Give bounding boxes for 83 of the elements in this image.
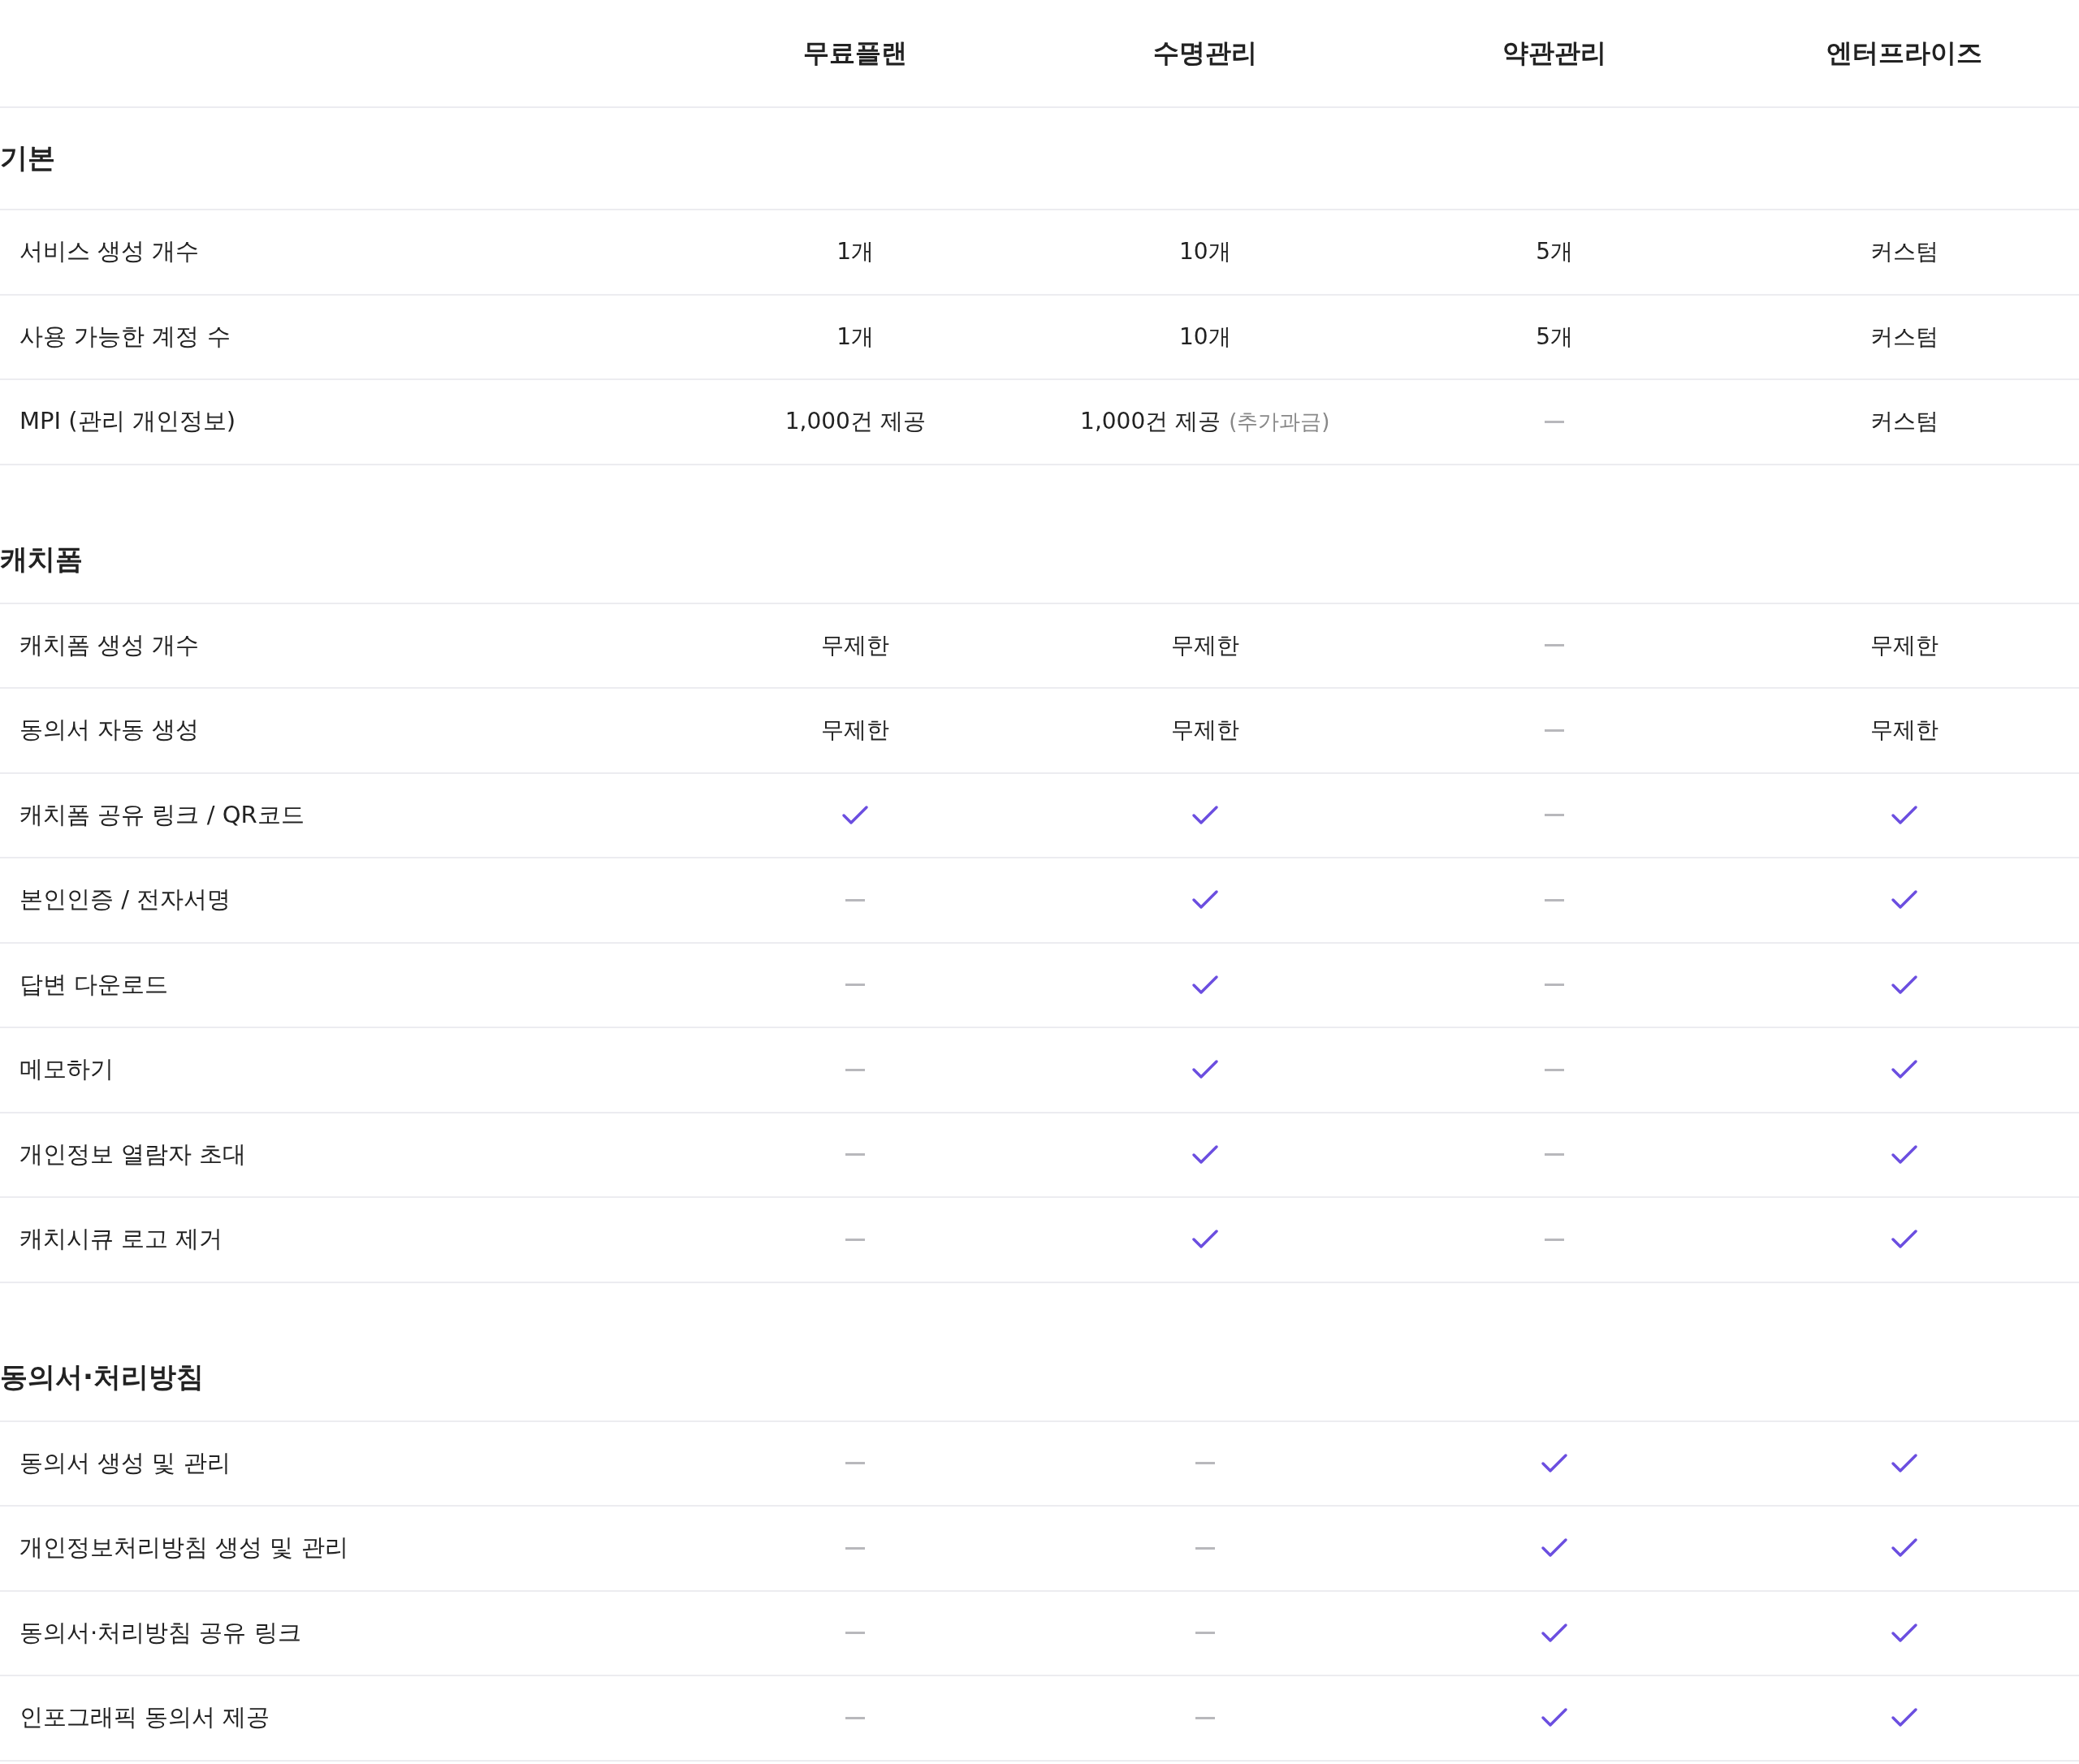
check-icon — [1191, 1144, 1219, 1165]
plan-name: 엔터프라이즈 — [1826, 36, 1982, 70]
plan-value: 무제한 — [1869, 630, 1939, 660]
check-icon — [1191, 1229, 1219, 1251]
plan-value: 5개 — [1536, 237, 1574, 267]
dash-icon — [1545, 1238, 1565, 1241]
check-icon — [1541, 1622, 1569, 1644]
plan-value: 1개 — [836, 322, 875, 352]
section-title: 기본 — [0, 141, 55, 175]
plan-value: 1,000건 제공 — [1080, 407, 1221, 437]
dash-icon — [1545, 898, 1565, 901]
check-icon — [1541, 1537, 1569, 1559]
plan-value: 커스텀 — [1869, 322, 1939, 352]
check-icon — [1890, 1537, 1918, 1559]
feature-label: 서비스 생성 개수 — [19, 236, 200, 267]
plan-value: 1개 — [836, 237, 875, 267]
feature-label: MPI (관리 개인정보) — [19, 406, 236, 437]
dash-icon — [1195, 1716, 1215, 1719]
dash-icon — [845, 1068, 866, 1071]
plan-value: 커스텀 — [1869, 237, 1939, 267]
plan-value: 무제한 — [821, 716, 890, 746]
feature-label: 캐치폼 생성 개수 — [19, 629, 200, 660]
dash-icon — [1545, 1153, 1565, 1157]
dash-icon — [1195, 1632, 1215, 1635]
check-icon — [1890, 974, 1918, 996]
dash-icon — [1545, 814, 1565, 817]
plan-name: 수명관리 — [1152, 36, 1257, 70]
plan-value: 무제한 — [1869, 716, 1939, 746]
dash-icon — [1545, 729, 1565, 732]
dash-icon — [845, 1238, 866, 1241]
check-icon — [1890, 1707, 1918, 1729]
plan-value: 10개 — [1178, 322, 1231, 352]
feature-label: 동의서 생성 및 관리 — [19, 1447, 231, 1478]
feature-label: 동의서·처리방침 공유 링크 — [19, 1617, 301, 1648]
plan-name: 무료플랜 — [803, 36, 908, 70]
dash-icon — [1545, 420, 1565, 423]
feature-label: 본인인증 / 전자서명 — [19, 884, 231, 915]
check-icon — [1890, 1622, 1918, 1644]
check-icon — [1890, 1144, 1918, 1165]
dash-icon — [845, 1546, 866, 1550]
check-icon — [1890, 1452, 1918, 1474]
check-icon — [1191, 804, 1219, 826]
plan-value: 커스텀 — [1869, 407, 1939, 437]
dash-icon — [845, 1462, 866, 1465]
dash-icon — [1195, 1462, 1215, 1465]
check-icon — [1191, 889, 1219, 911]
dash-icon — [845, 1716, 866, 1719]
feature-label: 답변 다운로드 — [19, 969, 169, 1000]
check-icon — [1541, 1452, 1569, 1474]
feature-label: 메모하기 — [19, 1054, 114, 1085]
plan-value: 무제한 — [821, 630, 890, 660]
value-note: (추가과금) — [1229, 408, 1330, 435]
check-icon — [1191, 974, 1219, 996]
plan-value: 무제한 — [1170, 630, 1239, 660]
dash-icon — [845, 1632, 866, 1635]
check-icon — [1890, 1229, 1918, 1251]
check-icon — [1890, 804, 1918, 826]
feature-label: 동의서 자동 생성 — [19, 715, 200, 746]
dash-icon — [1545, 644, 1565, 647]
dash-icon — [1195, 1546, 1215, 1550]
check-icon — [841, 804, 870, 826]
plan-value: 5개 — [1536, 322, 1574, 352]
check-icon — [1191, 1059, 1219, 1081]
plan-name: 약관관리 — [1502, 36, 1607, 70]
plan-value: 10개 — [1178, 237, 1231, 267]
plan-value: 무제한 — [1170, 716, 1239, 746]
feature-label: 사용 가능한 계정 수 — [19, 321, 231, 352]
dash-icon — [845, 984, 866, 987]
dash-icon — [1545, 984, 1565, 987]
feature-label: 개인정보처리방침 생성 및 관리 — [19, 1533, 348, 1563]
dash-icon — [845, 898, 866, 901]
dash-icon — [845, 1153, 866, 1157]
check-icon — [1890, 1059, 1918, 1081]
plan-value: 1,000건 제공 — [784, 407, 926, 437]
check-icon — [1890, 889, 1918, 911]
feature-label: 캐치폼 공유 링크 / QR코드 — [19, 799, 305, 830]
dash-icon — [1545, 1068, 1565, 1071]
section-title: 캐치폼 — [0, 541, 83, 577]
feature-label: 인포그래픽 동의서 제공 — [19, 1702, 270, 1733]
feature-label: 캐치시큐 로고 제거 — [19, 1224, 223, 1255]
feature-label: 개인정보 열람자 초대 — [19, 1139, 247, 1170]
check-icon — [1541, 1707, 1569, 1729]
section-title: 동의서·처리방침 — [0, 1359, 204, 1394]
